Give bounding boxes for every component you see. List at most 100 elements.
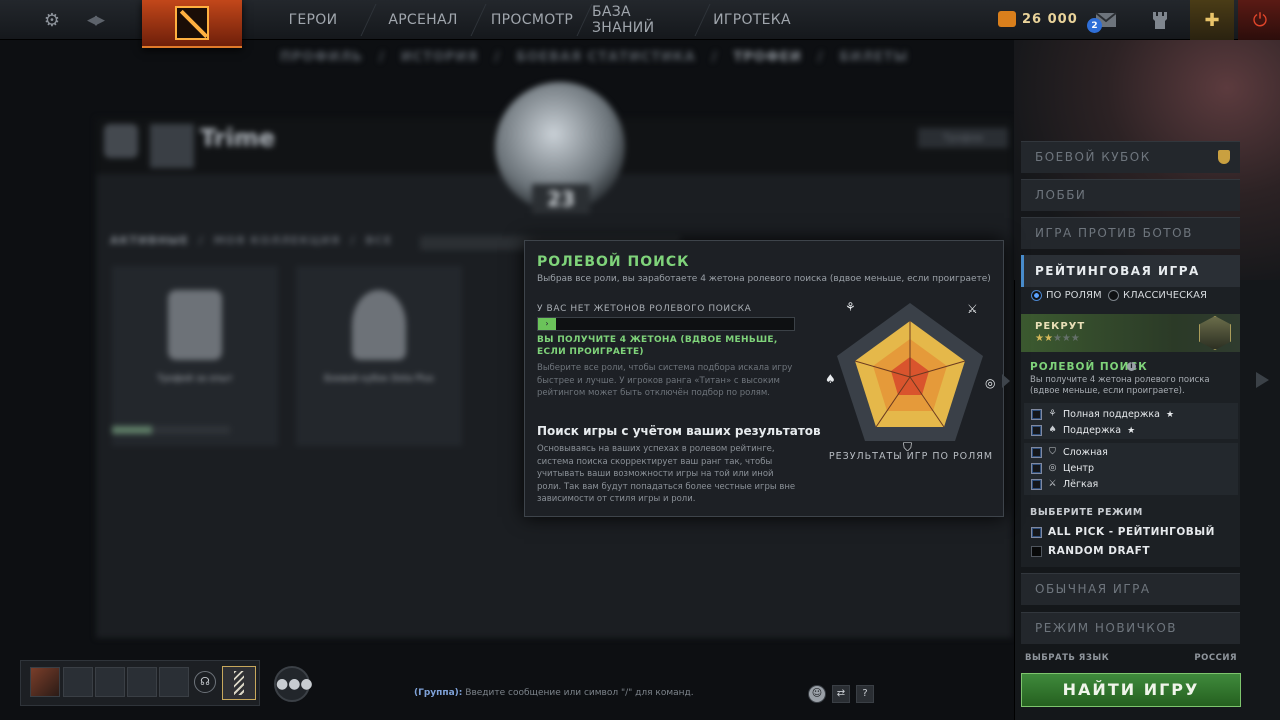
nav-knowledge-base[interactable]: БАЗА ЗНАНИЙ	[592, 0, 690, 40]
party-slot-empty[interactable]	[63, 667, 93, 697]
role-queue-description: Вы получите 4 жетона ролевого поиска (вд…	[1030, 375, 1210, 396]
support-icon: ♠	[825, 372, 836, 386]
tooltip-arrow	[1002, 374, 1010, 388]
role-checkbox[interactable]	[1031, 409, 1042, 420]
radio-classic[interactable]: КЛАССИЧЕСКАЯ	[1108, 290, 1207, 301]
favorite-star-icon: ★	[1165, 409, 1175, 420]
mode-label: ALL PICK - РЕЙТИНГОВЫЙ	[1048, 526, 1215, 538]
tab-profile[interactable]: ПРОФИЛЬ	[280, 50, 363, 70]
normal-game-button[interactable]: ОБЫЧНАЯ ИГРА	[1021, 573, 1240, 605]
tooltip-section-title: Поиск игры с учётом ваших результатов	[537, 424, 821, 438]
mail-button[interactable]: 2	[1084, 0, 1128, 40]
trophy-card-label: Трофей за опыт	[157, 374, 233, 384]
trophy-card-label: Боевой кубок Dota Plus	[324, 374, 434, 384]
subtab-active[interactable]: АКТИВНЫЕ	[110, 234, 189, 247]
party-slot-empty[interactable]	[159, 667, 189, 697]
mode-select-title: ВЫБЕРИТЕ РЕЖИМ	[1030, 507, 1143, 518]
bots-button[interactable]: ИГРА ПРОТИВ БОТОВ	[1021, 217, 1240, 249]
tab-battle-stats[interactable]: БОЕВАЯ СТАТИСТИКА	[516, 50, 696, 70]
dota-logo-button[interactable]	[142, 0, 242, 48]
token-progress-fill: ›	[538, 318, 556, 330]
role-checkbox[interactable]	[1031, 447, 1042, 458]
rank-medal-box[interactable]: РЕКРУТ ★★★★★	[1021, 314, 1240, 352]
guild-banner-icon[interactable]	[222, 666, 256, 700]
mode-all-pick[interactable]: ALL PICK - РЕЙТИНГОВЫЙ	[1031, 526, 1215, 538]
chat-input[interactable]: (Группа): Введите сообщение или символ "…	[414, 688, 694, 698]
back-forward-arrows-icon[interactable]: ◀▶	[78, 0, 112, 40]
nav-arcade[interactable]: ИГРОТЕКА	[712, 0, 792, 40]
role-label: Полная поддержка	[1063, 409, 1160, 420]
offlane-icon: ⛉	[1049, 447, 1056, 457]
newbie-mode-button[interactable]: РЕЖИМ НОВИЧКОВ	[1021, 612, 1240, 644]
find-match-button[interactable]: НАЙТИ ИГРУ	[1021, 673, 1241, 707]
role-checkbox[interactable]	[1031, 425, 1042, 436]
emoji-icon[interactable]: ☺	[808, 685, 826, 703]
next-arrow-icon[interactable]	[1256, 372, 1269, 388]
profile-badge-icon	[104, 124, 138, 158]
power-icon: ⏻	[1252, 9, 1268, 31]
armory-shield-button[interactable]	[1138, 0, 1182, 40]
role-label: Поддержка	[1063, 425, 1122, 436]
group-icon[interactable]: ●●●	[274, 666, 313, 702]
help-icon[interactable]: ?	[856, 685, 874, 703]
role-checkbox[interactable]	[1031, 479, 1042, 490]
mode-label: RANDOM DRAFT	[1048, 545, 1151, 557]
info-icon[interactable]: i	[1127, 362, 1136, 371]
chat-wheel-icon[interactable]: ⇄	[832, 685, 850, 703]
settings-gear-icon[interactable]: ⚙	[36, 0, 68, 40]
subtab-all[interactable]: ВСЕ	[365, 234, 392, 247]
trophy-card[interactable]: Трофей за опыт	[112, 266, 278, 446]
tab-history[interactable]: ИСТОРИЯ	[401, 50, 479, 70]
radio-dot-selected	[1031, 290, 1042, 301]
trophy-card[interactable]: Боевой кубок Dota Plus	[296, 266, 462, 446]
tab-separator: /	[378, 50, 385, 65]
role-hard-support[interactable]: ⚘ Полная поддержка ★	[1031, 409, 1174, 420]
tooltip-section-text: Основываясь на ваших успехах в ролевом р…	[537, 444, 796, 504]
hard-support-icon: ⚘	[1048, 409, 1057, 419]
will-receive-text: ВЫ ПОЛУЧИТЕ 4 ЖЕТОНА (ВДВОЕ МЕНЬШЕ, ЕСЛИ…	[537, 335, 778, 357]
trophies-button[interactable]: Трофеи	[918, 128, 1008, 148]
tower-icon	[1153, 12, 1167, 29]
party-slot-self[interactable]	[30, 667, 60, 697]
radio-role-queue[interactable]: ПО РОЛЯМ	[1031, 290, 1102, 301]
party-slot-empty[interactable]	[127, 667, 157, 697]
radio-role-queue-label: ПО РОЛЯМ	[1046, 290, 1102, 301]
gold-balance[interactable]: 26 000	[998, 9, 1078, 29]
mode-random-draft[interactable]: RANDOM DRAFT	[1031, 545, 1150, 557]
token-progress-bar: ›	[537, 317, 795, 331]
tab-trophies[interactable]: ТРОФЕИ	[734, 50, 802, 70]
rank-medal-icon	[1199, 316, 1231, 350]
radio-dot	[1108, 290, 1119, 301]
language-label: ВЫБРАТЬ ЯЗЫК	[1025, 653, 1110, 663]
mid-icon: ◎	[1048, 463, 1057, 473]
rank-name: РЕКРУТ	[1035, 321, 1086, 332]
subtab-separator: /	[350, 234, 356, 247]
tab-separator: /	[494, 50, 501, 65]
lobby-button[interactable]: ЛОББИ	[1021, 179, 1240, 211]
role-offlane[interactable]: ⛉ Сложная	[1031, 447, 1108, 458]
voice-headset-icon[interactable]: ☊	[194, 671, 216, 693]
nav-heroes[interactable]: ГЕРОИ	[270, 0, 356, 40]
role-carry[interactable]: ⚔ Лёгкая	[1031, 479, 1098, 490]
nav-watch[interactable]: ПРОСМОТР	[488, 0, 576, 40]
role-support[interactable]: ♠ Поддержка ★	[1031, 425, 1135, 436]
dota-plus-button[interactable]: ✚	[1190, 0, 1234, 40]
subtab-collection[interactable]: МОЯ КОЛЛЕКЦИЯ	[214, 234, 341, 247]
role-mid[interactable]: ◎ Центр	[1031, 463, 1094, 474]
party-slot-empty[interactable]	[95, 667, 125, 697]
tab-separator: /	[817, 50, 824, 65]
carry-icon: ⚔	[1048, 479, 1057, 489]
language-row[interactable]: ВЫБРАТЬ ЯЗЫК РОССИЯ	[1025, 653, 1237, 663]
avatar[interactable]	[150, 124, 194, 168]
mode-checkbox[interactable]	[1031, 545, 1042, 557]
hard-support-icon: ⚘	[845, 300, 856, 314]
chat-placeholder: Введите сообщение или символ "/" для ком…	[465, 688, 694, 698]
battle-cup-label: БОЕВОЙ КУБОК	[1035, 150, 1151, 164]
ranked-match-tab[interactable]: РЕЙТИНГОВАЯ ИГРА	[1021, 255, 1240, 287]
role-checkbox[interactable]	[1031, 463, 1042, 474]
mode-checkbox[interactable]	[1031, 526, 1042, 538]
nav-armory[interactable]: АРСЕНАЛ	[380, 0, 466, 40]
exit-button[interactable]: ⏻	[1238, 0, 1280, 40]
battle-cup-button[interactable]: БОЕВОЙ КУБОК	[1021, 141, 1240, 173]
tab-tickets[interactable]: БИЛЕТЫ	[839, 50, 908, 70]
